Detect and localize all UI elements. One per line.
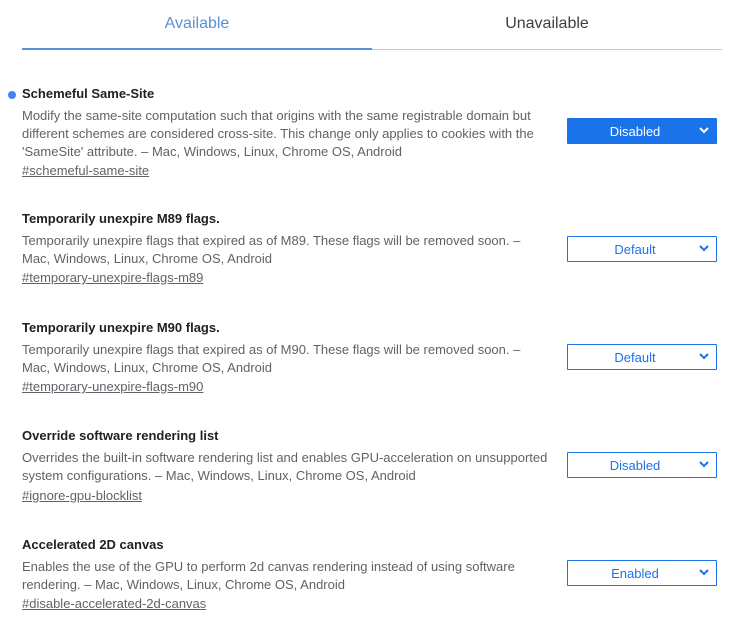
flag-state-value: Enabled xyxy=(611,566,659,581)
chevron-down-icon xyxy=(698,242,710,254)
active-tab-indicator xyxy=(22,48,372,50)
flag-permalink[interactable]: #temporary-unexpire-flags-m89 xyxy=(22,270,203,285)
tab-bar: Available Unavailable xyxy=(22,0,722,50)
flag-description: Enables the use of the GPU to perform 2d… xyxy=(22,559,515,592)
flag-title: Temporarily unexpire M90 flags. xyxy=(22,320,220,335)
flag-state-select[interactable]: Enabled xyxy=(567,560,717,586)
flag-state-value: Disabled xyxy=(609,124,661,139)
flag-state-value: Disabled xyxy=(609,458,661,473)
flag-state-select[interactable]: Default xyxy=(567,344,717,370)
flag-disable-accelerated-2d-canvas: Accelerated 2D canvas Enables the use of… xyxy=(0,537,731,617)
chevron-down-icon xyxy=(698,350,710,362)
tab-unavailable[interactable]: Unavailable xyxy=(372,15,722,33)
flag-title: Temporarily unexpire M89 flags. xyxy=(22,211,220,226)
flag-description: Modify the same-site computation such th… xyxy=(22,108,534,159)
flag-title: Override software rendering list xyxy=(22,428,219,443)
flag-state-value: Default xyxy=(614,242,656,257)
flag-state-select[interactable]: Default xyxy=(567,236,717,262)
flag-temporary-unexpire-m90: Temporarily unexpire M90 flags. Temporar… xyxy=(0,320,731,400)
flag-permalink[interactable]: #temporary-unexpire-flags-m90 xyxy=(22,379,203,394)
flag-description: Overrides the built-in software renderin… xyxy=(22,450,548,483)
flag-permalink[interactable]: #disable-accelerated-2d-canvas xyxy=(22,596,206,611)
flag-ignore-gpu-blocklist: Override software rendering list Overrid… xyxy=(0,428,731,508)
flag-permalink[interactable]: #ignore-gpu-blocklist xyxy=(22,488,142,503)
flag-state-select[interactable]: Disabled xyxy=(567,118,717,144)
flag-schemeful-same-site: Schemeful Same-Site Modify the same-site… xyxy=(0,86,731,186)
flag-description: Temporarily unexpire flags that expired … xyxy=(22,342,521,375)
chevron-down-icon xyxy=(698,458,710,470)
flag-temporary-unexpire-m89: Temporarily unexpire M89 flags. Temporar… xyxy=(0,211,731,291)
chevron-down-icon xyxy=(698,566,710,578)
flag-description: Temporarily unexpire flags that expired … xyxy=(22,233,521,266)
tab-available[interactable]: Available xyxy=(22,15,372,33)
chevron-down-icon xyxy=(698,124,710,136)
flag-title: Schemeful Same-Site xyxy=(22,86,155,101)
flag-title: Accelerated 2D canvas xyxy=(22,537,164,552)
flag-permalink[interactable]: #schemeful-same-site xyxy=(22,163,149,178)
flag-state-select[interactable]: Disabled xyxy=(567,452,717,478)
flag-state-value: Default xyxy=(614,350,656,365)
modified-indicator-dot xyxy=(8,91,16,99)
